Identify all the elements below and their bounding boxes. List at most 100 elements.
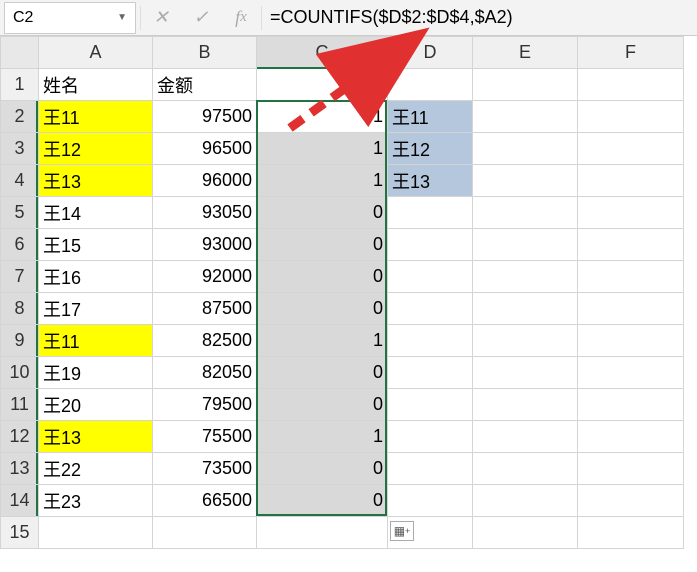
cell[interactable] — [388, 357, 473, 389]
cell[interactable]: 0 — [257, 389, 388, 421]
cell[interactable]: 79500 — [153, 389, 257, 421]
cell[interactable]: 王13 — [39, 165, 153, 197]
cell[interactable] — [388, 229, 473, 261]
cell[interactable] — [473, 485, 578, 517]
row-header[interactable]: 15 — [1, 517, 39, 549]
cell[interactable]: 0 — [257, 197, 388, 229]
cell[interactable]: 92000 — [153, 261, 257, 293]
cell[interactable] — [39, 517, 153, 549]
cell[interactable]: 王12 — [39, 133, 153, 165]
cell[interactable]: 93000 — [153, 229, 257, 261]
row-header[interactable]: 14 — [1, 485, 39, 517]
cell[interactable]: 王11 — [39, 101, 153, 133]
cell[interactable] — [388, 389, 473, 421]
cell[interactable] — [473, 389, 578, 421]
cell[interactable]: 87500 — [153, 293, 257, 325]
cell[interactable]: 1 — [257, 421, 388, 453]
cell[interactable]: 王23 — [39, 485, 153, 517]
cell[interactable]: 王15 — [39, 229, 153, 261]
cell[interactable] — [388, 325, 473, 357]
cell[interactable] — [473, 293, 578, 325]
cell[interactable]: 0 — [257, 453, 388, 485]
cell[interactable]: 王11 — [388, 101, 473, 133]
cell[interactable] — [388, 485, 473, 517]
cancel-icon[interactable]: ✕ — [141, 2, 181, 34]
col-header-D[interactable]: D — [388, 37, 473, 69]
cell[interactable]: 0 — [257, 229, 388, 261]
row-header[interactable]: 8 — [1, 293, 39, 325]
cell[interactable] — [473, 165, 578, 197]
col-header-B[interactable]: B — [153, 37, 257, 69]
cell[interactable]: 王14 — [39, 197, 153, 229]
cell[interactable]: 1 — [257, 165, 388, 197]
row-header[interactable]: 9 — [1, 325, 39, 357]
cell[interactable]: 王19 — [39, 357, 153, 389]
col-header-C[interactable]: C — [257, 37, 388, 69]
cell[interactable] — [578, 517, 684, 549]
cell[interactable]: 王22 — [39, 453, 153, 485]
spreadsheet-grid[interactable]: A B C D E F 1姓名金额2王11975001王113王12965001… — [0, 36, 684, 549]
cell[interactable] — [473, 517, 578, 549]
chevron-down-icon[interactable]: ▼ — [117, 12, 127, 23]
row-header[interactable]: 6 — [1, 229, 39, 261]
cell[interactable] — [578, 101, 684, 133]
cell[interactable]: 0 — [257, 357, 388, 389]
cell[interactable] — [578, 197, 684, 229]
cell[interactable] — [473, 69, 578, 101]
cell[interactable] — [578, 69, 684, 101]
cell[interactable]: 王17 — [39, 293, 153, 325]
formula-input[interactable]: =COUNTIFS($D$2:$D$4,$A2) — [262, 2, 697, 34]
row-header[interactable]: 10 — [1, 357, 39, 389]
cell[interactable] — [153, 517, 257, 549]
cell[interactable] — [578, 133, 684, 165]
cell[interactable] — [473, 357, 578, 389]
cell[interactable] — [578, 325, 684, 357]
col-header-A[interactable]: A — [39, 37, 153, 69]
cell[interactable] — [578, 485, 684, 517]
cell[interactable] — [473, 101, 578, 133]
paste-options-icon[interactable]: ▦+ — [390, 521, 414, 541]
cell[interactable] — [578, 261, 684, 293]
cell[interactable] — [578, 453, 684, 485]
check-icon[interactable]: ✓ — [181, 2, 221, 34]
col-header-E[interactable]: E — [473, 37, 578, 69]
cell[interactable]: 金额 — [153, 69, 257, 101]
cell[interactable] — [388, 261, 473, 293]
cell[interactable] — [473, 421, 578, 453]
cell[interactable]: 王16 — [39, 261, 153, 293]
row-header[interactable]: 13 — [1, 453, 39, 485]
row-header[interactable]: 3 — [1, 133, 39, 165]
cell[interactable] — [473, 261, 578, 293]
cell[interactable]: 0 — [257, 293, 388, 325]
cell[interactable] — [578, 357, 684, 389]
cell[interactable]: 75500 — [153, 421, 257, 453]
cell[interactable]: 1 — [257, 101, 388, 133]
cell[interactable]: 93050 — [153, 197, 257, 229]
cell[interactable]: 97500 — [153, 101, 257, 133]
cell[interactable] — [578, 389, 684, 421]
cell[interactable]: 96500 — [153, 133, 257, 165]
cell[interactable] — [578, 293, 684, 325]
row-header[interactable]: 7 — [1, 261, 39, 293]
cell[interactable]: 82500 — [153, 325, 257, 357]
cell[interactable] — [473, 133, 578, 165]
cell[interactable]: 82050 — [153, 357, 257, 389]
cell[interactable]: 1 — [257, 133, 388, 165]
cell[interactable] — [473, 197, 578, 229]
cell[interactable] — [257, 517, 388, 549]
cell[interactable]: 0 — [257, 261, 388, 293]
fx-icon[interactable]: fx — [221, 2, 261, 34]
cell[interactable]: 王12 — [388, 133, 473, 165]
cell[interactable] — [388, 293, 473, 325]
cell[interactable] — [388, 453, 473, 485]
cell[interactable]: 姓名 — [39, 69, 153, 101]
cell[interactable]: 王11 — [39, 325, 153, 357]
cell[interactable] — [388, 421, 473, 453]
row-header[interactable]: 12 — [1, 421, 39, 453]
cell[interactable]: 王13 — [388, 165, 473, 197]
cell[interactable] — [578, 165, 684, 197]
cell[interactable]: 66500 — [153, 485, 257, 517]
row-header[interactable]: 4 — [1, 165, 39, 197]
row-header[interactable]: 1 — [1, 69, 39, 101]
name-box[interactable]: C2 ▼ — [4, 2, 136, 34]
